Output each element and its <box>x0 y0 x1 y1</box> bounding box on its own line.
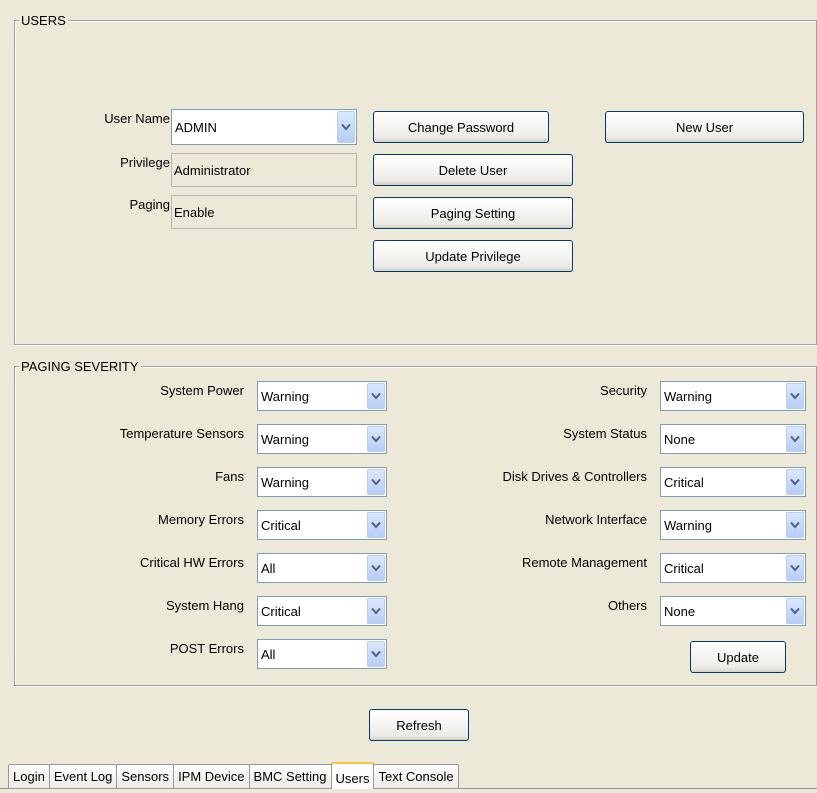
chevron-down-icon[interactable] <box>367 426 385 452</box>
severity-value: None <box>664 431 696 447</box>
severity-label: System Power <box>160 383 244 398</box>
severity-label: Network Interface <box>545 512 647 527</box>
tab-bar: Login Event Log Sensors IPM Device BMC Setti… <box>8 762 459 789</box>
chevron-down-icon[interactable] <box>367 383 385 409</box>
severity-select[interactable]: All <box>257 553 387 583</box>
chevron-down-icon[interactable] <box>786 555 804 581</box>
chevron-down-icon[interactable] <box>786 426 804 452</box>
privilege-field: Administrator <box>171 153 357 187</box>
severity-value: Warning <box>261 388 309 404</box>
chevron-down-icon[interactable] <box>786 512 804 538</box>
user-name-label: User Name <box>104 111 170 126</box>
severity-label: System Status <box>563 426 647 441</box>
paging-severity-title: PAGING SEVERITY <box>19 359 141 374</box>
severity-select[interactable]: All <box>257 639 387 669</box>
severity-value: Critical <box>261 603 301 619</box>
chevron-down-icon[interactable] <box>367 555 385 581</box>
refresh-button[interactable]: Refresh <box>369 709 469 741</box>
delete-user-button[interactable]: Delete User <box>373 154 573 186</box>
chevron-down-icon[interactable] <box>786 469 804 495</box>
chevron-down-icon[interactable] <box>367 469 385 495</box>
severity-value: All <box>261 646 276 662</box>
severity-value: Warning <box>664 388 712 404</box>
severity-label: Remote Management <box>521 555 647 570</box>
chevron-down-icon[interactable] <box>367 598 385 624</box>
severity-select[interactable]: Critical <box>660 467 806 497</box>
severity-select[interactable]: Warning <box>257 467 387 497</box>
severity-value: Warning <box>261 474 309 490</box>
severity-value: Warning <box>261 431 309 447</box>
severity-value: Critical <box>664 560 704 576</box>
severity-label: Memory Errors <box>158 512 244 527</box>
chevron-down-icon[interactable] <box>337 111 355 143</box>
paging-field: Enable <box>171 195 357 229</box>
paging-label: Paging <box>129 197 170 212</box>
severity-value: Critical <box>261 517 301 533</box>
severity-value: None <box>664 603 696 619</box>
severity-label: Disk Drives & Controllers <box>502 469 647 484</box>
severity-select[interactable]: Warning <box>660 381 806 411</box>
severity-select[interactable]: Critical <box>257 596 387 626</box>
severity-select[interactable]: Warning <box>660 510 806 540</box>
paging-value: Enable <box>174 204 215 220</box>
paging-setting-button[interactable]: Paging Setting <box>373 197 573 229</box>
severity-label: Others <box>607 598 647 613</box>
chevron-down-icon[interactable] <box>786 383 804 409</box>
tab-event-log[interactable]: Event Log <box>48 764 118 788</box>
update-privilege-button[interactable]: Update Privilege <box>373 240 573 272</box>
new-user-button[interactable]: New User <box>605 111 804 143</box>
severity-select[interactable]: Warning <box>257 381 387 411</box>
user-name-select[interactable]: ADMIN <box>171 109 357 145</box>
tab-login[interactable]: Login <box>8 764 50 788</box>
severity-select[interactable]: Critical <box>257 510 387 540</box>
severity-label: POST Errors <box>169 641 244 656</box>
chevron-down-icon[interactable] <box>786 598 804 624</box>
severity-value: Warning <box>664 517 712 533</box>
severity-label: Temperature Sensors <box>119 426 244 441</box>
severity-label: Security <box>600 383 647 398</box>
chevron-down-icon[interactable] <box>367 512 385 538</box>
user-name-value: ADMIN <box>175 119 217 135</box>
tab-ipm-device[interactable]: IPM Device <box>173 764 250 788</box>
tab-users[interactable]: Users <box>330 762 375 789</box>
tab-bmc-setting[interactable]: BMC Setting <box>248 764 332 788</box>
privilege-value: Administrator <box>174 162 251 178</box>
privilege-label: Privilege <box>120 155 170 170</box>
severity-label: Critical HW Errors <box>140 555 244 570</box>
severity-select[interactable]: None <box>660 424 806 454</box>
severity-label: System Hang <box>165 598 244 613</box>
severity-select[interactable]: Critical <box>660 553 806 583</box>
change-password-button[interactable]: Change Password <box>373 111 549 143</box>
severity-value: All <box>261 560 276 576</box>
update-severity-button[interactable]: Update <box>690 641 786 673</box>
tab-text-console[interactable]: Text Console <box>373 764 459 788</box>
severity-value: Critical <box>664 474 704 490</box>
severity-label: Fans <box>215 469 244 484</box>
chevron-down-icon[interactable] <box>367 641 385 667</box>
users-group-title: USERS <box>19 13 68 28</box>
severity-select[interactable]: None <box>660 596 806 626</box>
severity-select[interactable]: Warning <box>257 424 387 454</box>
tab-sensors[interactable]: Sensors <box>116 764 175 788</box>
